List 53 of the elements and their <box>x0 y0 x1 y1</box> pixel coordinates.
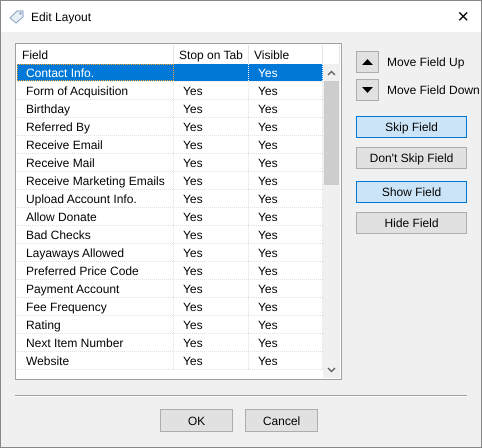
action-button[interactable]: Skip Field <box>356 116 467 138</box>
table-cell[interactable]: Yes <box>174 226 249 243</box>
table-cell[interactable]: Birthday <box>17 100 174 117</box>
window-title: Edit Layout <box>31 10 92 24</box>
table-cell[interactable]: Bad Checks <box>17 226 174 243</box>
table-cell[interactable]: Website <box>17 352 174 369</box>
table-cell[interactable]: Yes <box>174 298 249 315</box>
close-button[interactable]: × <box>451 6 475 26</box>
up-arrow-icon <box>362 59 373 65</box>
move-down-button[interactable] <box>356 79 379 101</box>
table-cell[interactable]: Layaways Allowed <box>17 244 174 261</box>
table-cell[interactable]: Form of Acquisition <box>17 82 174 99</box>
table-cell[interactable]: Yes <box>174 136 249 153</box>
scroll-up-icon[interactable] <box>327 70 336 76</box>
table-cell[interactable]: Preferred Price Code <box>17 262 174 279</box>
scroll-down-icon[interactable] <box>327 366 336 372</box>
tag-icon <box>9 10 25 24</box>
table-cell[interactable]: Rating <box>17 316 174 333</box>
action-button[interactable]: Don't Skip Field <box>356 147 467 169</box>
table-cell[interactable]: Yes <box>174 280 249 297</box>
table-cell[interactable]: Yes <box>174 316 249 333</box>
down-arrow-icon <box>362 87 373 93</box>
table-cell[interactable]: Yes <box>249 64 323 81</box>
scrollbar[interactable] <box>323 64 340 378</box>
table-cell[interactable]: Yes <box>174 334 249 351</box>
table-cell[interactable]: Next Item Number <box>17 334 174 351</box>
table-cell[interactable]: Payment Account <box>17 280 174 297</box>
table-cell[interactable]: Yes <box>174 208 249 225</box>
move-label: Move Field Up <box>387 55 464 69</box>
table-cell[interactable]: Upload Account Info. <box>17 190 174 207</box>
ok-button[interactable]: OK <box>160 409 233 432</box>
table-cell[interactable]: Receive Email <box>17 136 174 153</box>
table-cell[interactable]: Yes <box>174 100 249 117</box>
table-cell[interactable]: Fee Frequency <box>17 298 174 315</box>
table-cell[interactable]: Allow Donate <box>17 208 174 225</box>
table-cell[interactable]: Yes <box>174 172 249 189</box>
table-cell[interactable]: Yes <box>174 154 249 171</box>
move-label: Move Field Down <box>387 83 480 97</box>
table-cell[interactable]: Receive Marketing Emails <box>17 172 174 189</box>
table-cell[interactable]: Yes <box>174 262 249 279</box>
table-cell[interactable]: Receive Mail <box>17 154 174 171</box>
move-up-button[interactable] <box>356 51 379 73</box>
table-cell[interactable]: Yes <box>174 352 249 369</box>
cancel-button[interactable]: Cancel <box>245 409 318 432</box>
table-cell[interactable] <box>174 64 249 81</box>
action-button[interactable]: Hide Field <box>356 212 467 234</box>
table-cell[interactable]: Contact Info. <box>17 64 174 81</box>
table-cell[interactable]: Yes <box>174 118 249 135</box>
table-cell[interactable]: Yes <box>174 82 249 99</box>
table-cell[interactable]: Yes <box>174 244 249 261</box>
table-cell[interactable]: Yes <box>174 190 249 207</box>
table-cell[interactable]: Referred By <box>17 118 174 135</box>
action-button[interactable]: Show Field <box>356 181 467 203</box>
